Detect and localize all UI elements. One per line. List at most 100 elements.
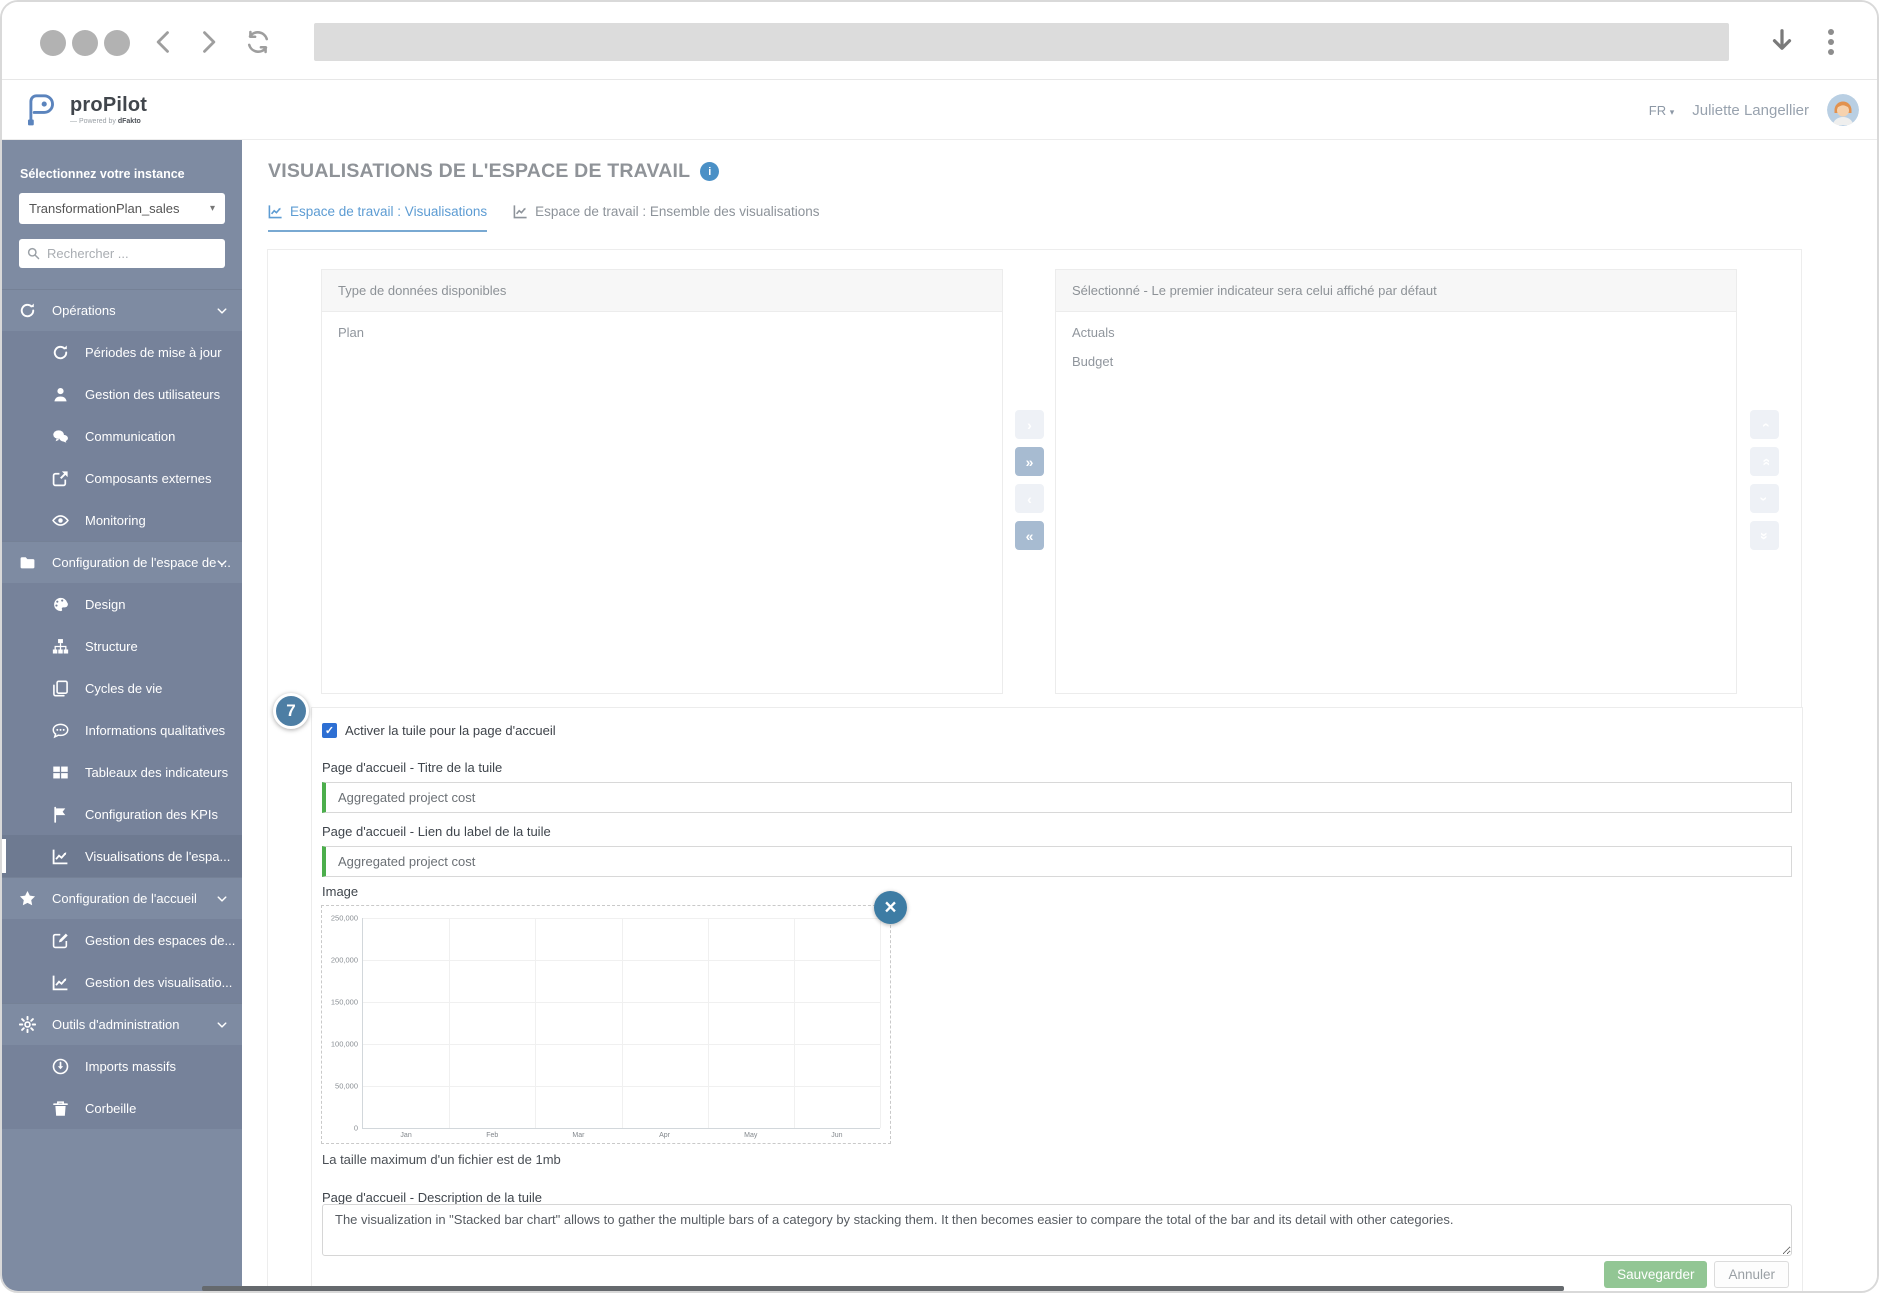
sidebar-item-label: Configuration des KPIs	[85, 806, 218, 822]
transfer-left-button[interactable]: «	[1015, 521, 1044, 550]
sidebar: Sélectionnez votre instance Transformati…	[2, 140, 242, 1291]
sidebar-item-configuration-des-kpis[interactable]: Configuration des KPIs	[2, 793, 242, 835]
tab-espace-de-travail-visualisations[interactable]: Espace de travail : Visualisations	[268, 204, 488, 232]
chevron-down-icon	[216, 305, 228, 317]
transfer-right-button[interactable]: ›	[1015, 410, 1044, 439]
tile-description-label: Page d'accueil - Description de la tuile	[322, 1190, 542, 1205]
sidebar-item-gestion-des-visualisatio[interactable]: Gestion des visualisatio...	[2, 961, 242, 1003]
chart-line-icon	[268, 204, 283, 219]
avatar[interactable]	[1827, 94, 1859, 126]
gridline	[793, 918, 795, 1128]
tile-title-input[interactable]	[322, 782, 1792, 813]
palette-icon	[52, 596, 69, 613]
info-icon[interactable]: i	[700, 162, 720, 181]
sidebar-item-design[interactable]: Design	[2, 583, 242, 625]
flag-icon	[52, 806, 69, 823]
order-up-button[interactable]: ›	[1750, 410, 1779, 439]
sidebar-item-informations-qualitatives[interactable]: Informations qualitatives	[2, 709, 242, 751]
sidebar-item-configuration-de-l-espace-de[interactable]: Configuration de l'espace de ...	[2, 541, 242, 583]
table-icon	[52, 764, 69, 781]
x-axis-tick: Jun	[831, 1132, 843, 1139]
list-item-budget[interactable]: Budget	[1056, 347, 1736, 376]
app-header: proPilot — Powered by dFakto FR ▾ Juliet…	[2, 80, 1877, 140]
sidebar-item-configuration-de-l-accueil[interactable]: Configuration de l'accueil	[2, 877, 242, 919]
tab-label: Espace de travail : Ensemble des visuali…	[535, 204, 820, 219]
sidebar-item-label: Tableaux des indicateurs	[85, 764, 229, 780]
tabs: Espace de travail : Visualisations Espace…	[268, 204, 820, 232]
back-icon[interactable]	[150, 28, 178, 56]
gridline	[707, 918, 709, 1128]
tab-espace-de-travail-ensemble-des-visualisations[interactable]: Espace de travail : Ensemble des visuali…	[513, 204, 820, 232]
transfer-buttons: › » ‹ «	[1015, 410, 1045, 550]
trash-icon	[52, 1100, 69, 1117]
language-selector[interactable]: FR ▾	[1649, 103, 1675, 118]
transfer-left-button[interactable]: ‹	[1015, 484, 1044, 513]
sidebar-item-op-rations[interactable]: Opérations	[2, 289, 242, 331]
tile-form: ✓ Activer la tuile pour la page d'accuei…	[311, 707, 1803, 1291]
instance-select[interactable]: TransformationPlan_sales ▾	[19, 193, 225, 224]
eye-icon	[52, 512, 69, 529]
sidebar-item-label: Configuration de l'espace de ...	[52, 555, 231, 570]
instance-select-value: TransformationPlan_sales	[29, 201, 180, 216]
window-dot-1[interactable]	[40, 30, 66, 56]
y-axis-tick: 50,000	[335, 1081, 358, 1091]
stacked-bar-chart: 250,000 200,000 150,000 100,000 50,000 0 Jan Fe…	[331, 914, 881, 1139]
instance-select-label: Sélectionnez votre instance	[20, 167, 185, 181]
sidebar-item-label: Corbeille	[85, 1100, 137, 1116]
forward-icon[interactable]	[194, 28, 222, 56]
sidebar-item-corbeille[interactable]: Corbeille	[2, 1087, 242, 1129]
sidebar-item-composants-externes[interactable]: Composants externes	[2, 457, 242, 499]
y-axis-tick: 250,000	[330, 913, 358, 923]
sidebar-item-visualisations-de-l-espa[interactable]: Visualisations de l'espa...	[2, 835, 242, 877]
sidebar-item-gestion-des-espaces-de[interactable]: Gestion des espaces de...	[2, 919, 242, 961]
search-icon	[27, 247, 40, 260]
available-list: Type de données disponibles Plan	[321, 269, 1003, 694]
sidebar-item-structure[interactable]: Structure	[2, 625, 242, 667]
list-item-plan[interactable]: Plan	[322, 318, 1002, 347]
tile-link-input[interactable]	[322, 846, 1792, 877]
search-input[interactable]	[47, 246, 217, 261]
gridline	[535, 918, 537, 1128]
window-dot-2[interactable]	[72, 30, 98, 56]
chevron-down-icon	[216, 893, 228, 905]
folder-icon	[19, 554, 36, 571]
page-title: VISUALISATIONS DE L'ESPACE DE TRAVAIL	[268, 160, 691, 182]
tile-description-input[interactable]: The visualization in "Stacked bar chart"…	[322, 1204, 1792, 1256]
gridline	[449, 918, 451, 1128]
menu-kebab-icon[interactable]	[1826, 27, 1836, 57]
enable-tile-label: Activer la tuile pour la page d'accueil	[345, 723, 556, 738]
order-up2-button[interactable]: »	[1750, 447, 1779, 476]
sidebar-item-outils-d-administration[interactable]: Outils d'administration	[2, 1003, 242, 1045]
chart-line-icon	[52, 974, 69, 991]
window-dot-3[interactable]	[104, 30, 130, 56]
sidebar-item-p-riodes-de-mise-jour[interactable]: Périodes de mise à jour	[2, 331, 242, 373]
enable-tile-checkbox[interactable]: ✓	[322, 723, 337, 738]
order-down-button[interactable]: ›	[1750, 484, 1779, 513]
sidebar-item-cycles-de-vie[interactable]: Cycles de vie	[2, 667, 242, 709]
selected-list-header: Sélectionné - Le premier indicateur sera…	[1056, 270, 1736, 312]
sidebar-item-communication[interactable]: Communication	[2, 415, 242, 457]
app-subtitle: — Powered by dFakto	[70, 118, 141, 125]
download-icon[interactable]	[1767, 26, 1797, 58]
url-bar[interactable]	[314, 23, 1729, 61]
refresh-icon[interactable]	[244, 28, 272, 56]
y-axis-tick: 200,000	[330, 955, 358, 965]
gear-icon	[18, 1015, 37, 1034]
browser-chrome	[2, 2, 1877, 80]
transfer-right-button[interactable]: »	[1015, 447, 1044, 476]
sidebar-item-tableaux-des-indicateurs[interactable]: Tableaux des indicateurs	[2, 751, 242, 793]
sidebar-search	[19, 239, 225, 268]
caret-down-icon: ▾	[1669, 106, 1675, 117]
order-down2-button[interactable]: »	[1750, 521, 1779, 550]
save-button[interactable]: Sauvegarder	[1604, 1261, 1708, 1288]
sidebar-item-imports-massifs[interactable]: Imports massifs	[2, 1045, 242, 1087]
sidebar-item-gestion-des-utilisateurs[interactable]: Gestion des utilisateurs	[2, 373, 242, 415]
sidebar-item-label: Visualisations de l'espa...	[85, 848, 231, 864]
list-item-actuals[interactable]: Actuals	[1056, 318, 1736, 347]
cancel-button[interactable]: Annuler	[1714, 1261, 1789, 1288]
sidebar-item-label: Monitoring	[85, 512, 146, 528]
gridline	[621, 918, 623, 1128]
sidebar-item-monitoring[interactable]: Monitoring	[2, 499, 242, 541]
sidebar-nav: Opérations Périodes de mise à jour Gestion…	[2, 289, 242, 1129]
remove-image-button[interactable]: ×	[874, 891, 907, 924]
